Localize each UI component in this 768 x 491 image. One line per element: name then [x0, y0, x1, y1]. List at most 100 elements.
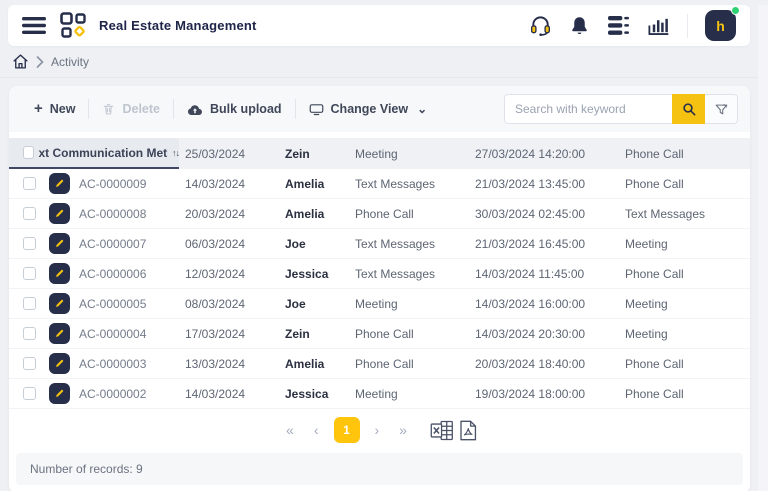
edit-button[interactable]: [49, 233, 70, 254]
communication-method: Phone Call: [355, 207, 475, 221]
hamburger-menu-icon[interactable]: [20, 15, 48, 36]
record-code: AC-0000005: [79, 297, 185, 311]
next-communication-method: Meeting: [625, 327, 750, 341]
change-view-button[interactable]: Change View ⌄: [296, 96, 441, 122]
pencil-icon: [54, 238, 65, 249]
row-checkbox-cell: [9, 237, 49, 250]
edit-button[interactable]: [49, 173, 70, 194]
communication-method: Text Messages: [355, 177, 475, 191]
communication-method: Phone Call: [355, 357, 475, 371]
row-edit-cell: [49, 293, 79, 314]
row-checkbox[interactable]: [23, 207, 36, 220]
pencil-icon: [54, 388, 65, 399]
export-excel-button[interactable]: [430, 420, 454, 441]
home-icon[interactable]: [12, 53, 29, 70]
table-row: AC-0000007 06/03/2024 Joe Text Messages …: [9, 229, 750, 259]
row-edit-cell: [49, 173, 79, 194]
activity-log-icon[interactable]: [607, 15, 630, 36]
search-icon: [681, 101, 697, 117]
activity-date: 08/03/2024: [185, 297, 285, 311]
row-checkbox[interactable]: [23, 297, 36, 310]
communication-method: Meeting: [355, 387, 475, 401]
bulk-upload-button[interactable]: Bulk upload: [174, 96, 295, 122]
avatar-initial: h: [705, 10, 736, 41]
records-count-text: Number of records: 9: [30, 462, 143, 476]
next-communication-date: 30/03/2024 02:45:00: [475, 207, 625, 221]
activity-date: 17/03/2024: [185, 327, 285, 341]
header-divider: [687, 14, 688, 38]
table-row: AC-0000005 08/03/2024 Joe Meeting 14/03/…: [9, 289, 750, 319]
next-communication-date: 14/03/2024 20:30:00: [475, 327, 625, 341]
app-logo[interactable]: [60, 12, 87, 39]
pdf-icon: [458, 420, 478, 441]
record-code: AC-0000009: [79, 177, 185, 191]
preview-communication-method: Meeting: [355, 147, 475, 161]
row-checkbox[interactable]: [23, 267, 36, 280]
row-edit-cell: [49, 383, 79, 404]
row-checkbox-cell: [9, 207, 49, 220]
client-name: Jessica: [285, 267, 355, 281]
next-page-button[interactable]: ›: [370, 420, 385, 440]
search-input[interactable]: [504, 94, 672, 124]
edit-button[interactable]: [49, 263, 70, 284]
plus-icon: +: [34, 104, 43, 114]
support-headset-icon[interactable]: [529, 14, 552, 37]
activity-date: 14/03/2024: [185, 177, 285, 191]
delete-button[interactable]: Delete: [89, 96, 173, 122]
table-row: AC-0000008 20/03/2024 Amelia Phone Call …: [9, 199, 750, 229]
delete-button-label: Delete: [122, 102, 160, 116]
new-button[interactable]: + New: [21, 96, 88, 122]
online-status-dot: [731, 6, 740, 15]
bulk-upload-label: Bulk upload: [210, 102, 282, 116]
row-checkbox[interactable]: [23, 327, 36, 340]
record-code: AC-0000003: [79, 357, 185, 371]
row-edit-cell: [49, 353, 79, 374]
select-all-checkbox[interactable]: [23, 146, 34, 159]
breadcrumb-current[interactable]: Activity: [51, 55, 89, 69]
sort-arrows-icon: ↑↓: [172, 148, 179, 158]
next-communication-date: 14/03/2024 16:00:00: [475, 297, 625, 311]
row-checkbox[interactable]: [23, 357, 36, 370]
row-checkbox-cell: [9, 357, 49, 370]
edit-button[interactable]: [49, 323, 70, 344]
edit-button[interactable]: [49, 203, 70, 224]
record-code: AC-0000004: [79, 327, 185, 341]
row-checkbox[interactable]: [23, 177, 36, 190]
chevron-down-icon: ⌄: [417, 105, 427, 113]
current-page-button[interactable]: 1: [334, 417, 360, 443]
client-name: Zein: [285, 327, 355, 341]
user-avatar[interactable]: h: [705, 10, 736, 41]
last-page-button[interactable]: »: [394, 420, 412, 440]
first-page-button[interactable]: «: [281, 420, 299, 440]
records-footer: Number of records: 9: [16, 453, 743, 485]
next-communication-date: 14/03/2024 11:45:00: [475, 267, 625, 281]
app-title: Real Estate Management: [99, 18, 257, 33]
pencil-icon: [54, 208, 65, 219]
notifications-bell-icon[interactable]: [569, 15, 590, 37]
activity-date: 12/03/2024: [185, 267, 285, 281]
page-scrollbar[interactable]: [758, 5, 768, 491]
record-code: AC-0000007: [79, 237, 185, 251]
row-checkbox[interactable]: [23, 387, 36, 400]
activity-date: 20/03/2024: [185, 207, 285, 221]
trash-icon: [102, 102, 115, 116]
search-button[interactable]: [672, 94, 705, 124]
table-body: AC-0000009 14/03/2024 Amelia Text Messag…: [9, 169, 750, 409]
previous-page-button[interactable]: ‹: [309, 420, 324, 440]
communication-method: Phone Call: [355, 327, 475, 341]
row-edit-cell: [49, 203, 79, 224]
edit-button[interactable]: [49, 353, 70, 374]
export-pdf-button[interactable]: [458, 420, 478, 441]
edit-button[interactable]: [49, 293, 70, 314]
clear-filter-button[interactable]: [705, 94, 738, 124]
toolbar-buttons: + New Delete Bulk upload: [21, 96, 440, 122]
edit-button[interactable]: [49, 383, 70, 404]
change-view-label: Change View: [331, 102, 409, 116]
reports-chart-icon[interactable]: [647, 15, 670, 36]
row-checkbox[interactable]: [23, 237, 36, 250]
preview-next-communication-method: Phone Call: [625, 147, 750, 161]
next-communication-method: Phone Call: [625, 267, 750, 281]
preview-activity-date: 25/03/2024: [185, 147, 285, 161]
export-buttons: [430, 420, 478, 441]
sort-header-next-communication-method[interactable]: xt Communication Method ↑↓: [9, 138, 179, 169]
